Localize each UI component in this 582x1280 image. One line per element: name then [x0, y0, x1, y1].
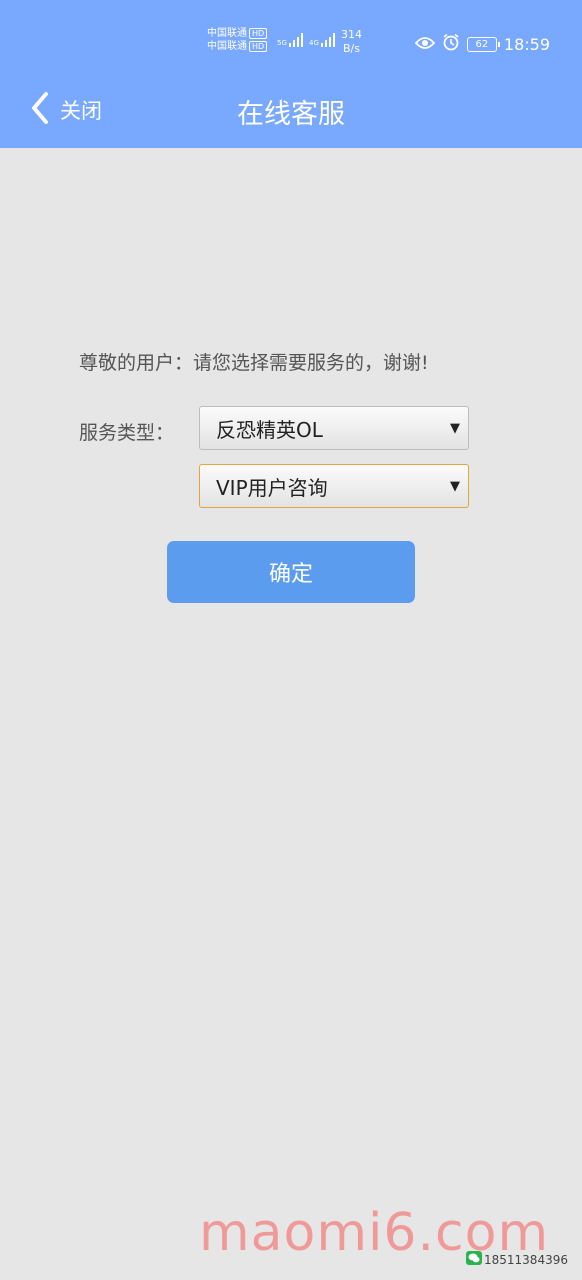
battery-icon: 62: [466, 36, 500, 52]
status-right: 62 18:59: [414, 33, 550, 55]
hd-badge-1: HD: [249, 27, 268, 39]
speed-value: 314: [341, 28, 362, 41]
dropdown-arrow-icon: ▼: [450, 420, 460, 436]
wechat-watermark: 18511384396: [466, 1251, 568, 1268]
category-select-value: VIP用户咨询: [216, 475, 328, 500]
speed-unit: B/s: [343, 42, 360, 55]
wechat-number: 18511384396: [484, 1252, 568, 1267]
carrier-2: 中国联通: [207, 41, 247, 52]
network-type-1: 5G: [277, 39, 287, 47]
game-select-value: 反恐精英OL: [216, 417, 323, 442]
category-select[interactable]: VIP用户咨询 ▼: [199, 464, 469, 508]
hd-badge-2: HD: [249, 40, 268, 52]
signal-icon-4g: 4G: [309, 33, 337, 47]
network-type-2: 4G: [309, 39, 319, 47]
confirm-button[interactable]: 确定: [167, 541, 415, 603]
service-type-label: 服务类型：: [79, 422, 175, 444]
greeting-text: 尊敬的用户：请您选择需要服务的，谢谢!: [79, 352, 429, 374]
signal-icon-5g: 5G: [277, 33, 305, 47]
wechat-icon: [466, 1251, 482, 1268]
game-select[interactable]: 反恐精英OL ▼: [199, 406, 469, 450]
dropdown-arrow-icon: ▼: [450, 478, 460, 494]
alarm-icon: [442, 33, 460, 55]
network-speed: 314 B/s: [341, 28, 362, 56]
clock: 18:59: [503, 34, 550, 54]
carrier-info: 中国联通 HD 中国联通 HD: [207, 27, 268, 53]
eye-icon: [414, 35, 436, 54]
page-title: 在线客服: [237, 99, 345, 130]
header-bar: 中国联通 HD 中国联通 HD 5G 4G 314 B/s 62 18:59 关闭 …: [0, 0, 582, 148]
carrier-1: 中国联通: [207, 28, 247, 39]
